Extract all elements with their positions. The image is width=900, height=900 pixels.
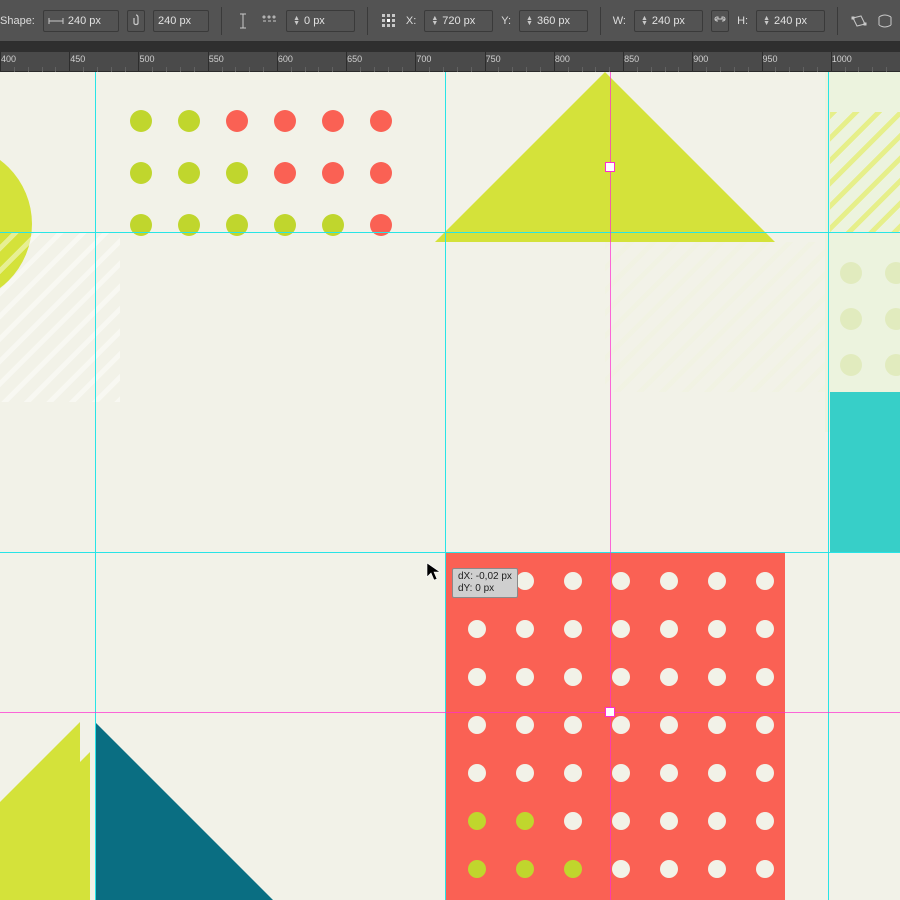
separator xyxy=(367,7,368,35)
guide-horizontal[interactable] xyxy=(0,552,900,553)
ruler-label: 500 xyxy=(139,54,154,64)
ruler-label: 400 xyxy=(1,54,16,64)
artwork-triangle xyxy=(0,722,80,900)
options-bar: Shape: 240 px 240 px ▲▼ 0 px X: ▲▼ 720 p… xyxy=(0,0,900,42)
spinner-icon: ▲▼ xyxy=(641,16,648,26)
spinner-icon: ▲▼ xyxy=(293,16,300,26)
shape-label: Shape: xyxy=(0,15,35,27)
y-value: 360 px xyxy=(537,15,583,27)
baseline-value: 0 px xyxy=(304,15,350,27)
guide-vertical[interactable] xyxy=(828,72,829,900)
attach-icon[interactable] xyxy=(127,10,145,32)
width-icon xyxy=(48,16,64,26)
guide-horizontal[interactable] xyxy=(0,232,900,233)
ruler-label: 800 xyxy=(555,54,570,64)
ruler-label: 900 xyxy=(693,54,708,64)
distribute-icon[interactable] xyxy=(260,10,278,32)
ruler-label: 850 xyxy=(624,54,639,64)
w-value: 240 px xyxy=(652,15,698,27)
free-transform-icon[interactable] xyxy=(850,10,868,32)
ruler-label: 550 xyxy=(209,54,224,64)
artwork-triangle xyxy=(435,72,605,242)
x-field[interactable]: ▲▼ 720 px xyxy=(424,10,493,32)
horizontal-ruler[interactable]: 400 450 500 550 600 650 700 750 800 850 900 950 1000… xyxy=(0,52,900,72)
shape-width-field[interactable]: 240 px xyxy=(43,10,119,32)
canvas[interactable]: dX: -0,02 px dY: 0 px xyxy=(0,72,900,900)
tooltip-dy: dY: 0 px xyxy=(458,583,512,595)
separator xyxy=(837,7,838,35)
w-field[interactable]: ▲▼ 240 px xyxy=(634,10,703,32)
ruler-label: 600 xyxy=(278,54,293,64)
guide-vertical[interactable] xyxy=(445,72,446,900)
ruler-label: 650 xyxy=(347,54,362,64)
w-label: W: xyxy=(613,15,626,27)
selection-guide-horizontal xyxy=(0,712,900,713)
warp-icon[interactable] xyxy=(876,10,894,32)
attach-value-field[interactable]: 240 px xyxy=(153,10,209,32)
spinner-icon: ▲▼ xyxy=(431,16,438,26)
y-field[interactable]: ▲▼ 360 px xyxy=(519,10,588,32)
tab-strip xyxy=(0,42,900,52)
h-value: 240 px xyxy=(774,15,820,27)
link-wh-icon[interactable] xyxy=(711,10,729,32)
artwork-stripes xyxy=(0,232,120,402)
separator xyxy=(600,7,601,35)
ruler-label: 450 xyxy=(70,54,85,64)
artwork-stripes xyxy=(830,112,900,232)
selection-handle[interactable] xyxy=(606,708,614,716)
attach-value: 240 px xyxy=(158,15,204,27)
guide-vertical[interactable] xyxy=(95,72,96,900)
h-field[interactable]: ▲▼ 240 px xyxy=(756,10,825,32)
baseline-field[interactable]: ▲▼ 0 px xyxy=(286,10,355,32)
x-value: 720 px xyxy=(442,15,488,27)
selection-handle[interactable] xyxy=(606,163,614,171)
spinner-icon: ▲▼ xyxy=(526,16,533,26)
ruler-label: 1000 xyxy=(832,54,852,64)
transform-tooltip: dX: -0,02 px dY: 0 px xyxy=(452,568,518,598)
h-label: H: xyxy=(737,15,748,27)
shape-width-value: 240 px xyxy=(68,15,114,27)
move-cursor-icon xyxy=(426,562,444,582)
spinner-icon: ▲▼ xyxy=(763,16,770,26)
artwork-tile xyxy=(830,392,900,552)
separator xyxy=(221,7,222,35)
ruler-label: 700 xyxy=(416,54,431,64)
artwork-stripes xyxy=(605,242,825,392)
ruler-label: 750 xyxy=(486,54,501,64)
reference-point-icon[interactable] xyxy=(380,10,398,32)
artwork-triangle xyxy=(605,72,775,242)
tooltip-dx: dX: -0,02 px xyxy=(458,571,512,583)
y-label: Y: xyxy=(501,15,511,27)
artwork-triangle xyxy=(95,722,335,900)
vertical-stretch-icon[interactable] xyxy=(234,10,252,32)
ruler-label: 950 xyxy=(763,54,778,64)
x-label: X: xyxy=(406,15,416,27)
selection-guide-vertical xyxy=(610,72,611,900)
